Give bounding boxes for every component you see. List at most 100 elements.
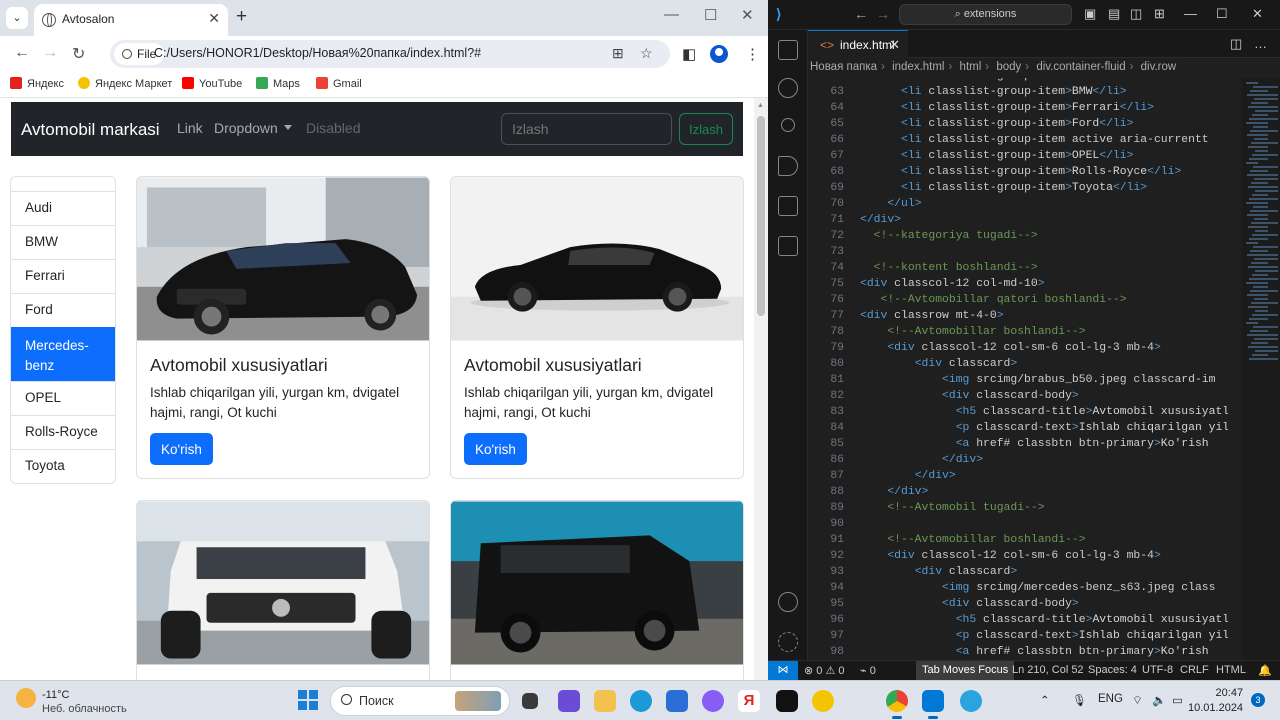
nav-dropdown[interactable]: Dropdown [214,120,292,136]
end-of-line[interactable]: CRLF [1180,664,1209,676]
tiktok-icon[interactable] [776,690,798,712]
category-toyota[interactable]: Toyota [11,449,115,483]
editor-tab-index-html[interactable]: <> index.html ✕ [808,30,908,58]
bookmark-star-icon[interactable]: ☆ [640,45,653,62]
bookmark-yandex[interactable]: Яндекс [10,77,64,90]
edge-icon[interactable] [630,690,652,712]
breadcrumb-item[interactable]: div.row [1141,61,1177,73]
close-tab-icon[interactable]: ✕ [889,37,900,53]
forward-icon[interactable]: → [876,6,890,22]
toggle-sidebar-icon[interactable]: ▣ [1084,6,1096,22]
tab-search-chevron-icon[interactable]: ⌄ [6,7,28,29]
category-audi[interactable]: Audi [11,191,115,225]
breadcrumb-item[interactable]: div.container-fluid [1036,61,1125,73]
command-center-search[interactable]: ⌕ extensions [899,4,1072,25]
back-icon[interactable]: ← [854,6,868,22]
cursor-position[interactable]: Ln 210, Col 52 [1012,664,1084,676]
address-bar[interactable]: File C:/Users/HONOR1/Desktop/Новая%20пап… [110,40,670,68]
indentation[interactable]: Spaces: 4 [1088,664,1137,676]
minimize-icon[interactable]: — [1184,6,1197,21]
notification-badge[interactable]: 3 [1251,693,1265,707]
breadcrumb-item[interactable]: Новая папка [810,61,877,73]
minimize-icon[interactable]: — [664,6,679,23]
ports-indicator[interactable]: ⌁ 0 [860,664,876,677]
language-mode[interactable]: HTML [1216,664,1246,676]
translate-icon[interactable]: ⊞ [612,45,624,62]
yandex-market-icon[interactable] [812,690,834,712]
site-search-input[interactable] [501,113,672,145]
yandex-browser-icon[interactable]: Я [738,690,760,712]
category-ford[interactable]: Ford [11,293,115,327]
input-language[interactable]: ENG [1098,693,1123,705]
back-icon[interactable]: ← [14,44,30,62]
encoding[interactable]: UTF-8 [1142,664,1173,676]
clock[interactable]: 20:47 10.01.2024 [1188,686,1243,716]
maximize-icon[interactable]: ☐ [704,6,717,24]
category-ferrari[interactable]: Ferrari [11,259,115,293]
source-control-icon[interactable] [781,118,795,132]
telegram-icon[interactable] [960,690,982,712]
start-button-icon[interactable] [298,690,318,710]
split-editor-icon[interactable]: ◫ [1230,36,1242,52]
customize-layout-icon[interactable]: ⊞ [1154,6,1165,22]
volume-icon[interactable]: 🔈 [1152,693,1166,707]
category-opel[interactable]: OPEL [11,381,115,415]
settings-gear-icon[interactable] [778,632,798,652]
minimap[interactable] [1242,78,1280,660]
microphone-icon[interactable]: 🎙 [1072,693,1087,707]
store-icon[interactable] [666,690,688,712]
navbar-brand[interactable]: Avtomobil markasi [21,120,160,140]
bookmark-maps[interactable]: Maps [256,77,300,90]
notifications-bell-icon[interactable]: 🔔 [1258,664,1272,677]
close-window-icon[interactable]: ✕ [1252,6,1263,22]
view-button[interactable]: Ko'rish [150,433,213,465]
toggle-panel-icon[interactable]: ▤ [1108,6,1120,22]
teams-chat-icon[interactable] [558,690,580,712]
site-search-button[interactable]: Izlash [679,113,733,145]
forward-icon[interactable]: → [42,44,58,62]
problems-indicator[interactable]: ⊗ 0 ⚠ 0 [804,664,845,677]
toggle-secondary-sidebar-icon[interactable]: ◫ [1130,6,1142,22]
page-scrollbar[interactable]: ▲ [754,98,768,680]
scroll-up-icon[interactable]: ▲ [757,102,764,109]
remote-indicator-icon[interactable]: ⋈ [768,661,798,680]
side-panel-icon[interactable]: ◧ [682,45,696,63]
nav-link[interactable]: Link [177,120,203,136]
bookmark-gmail[interactable]: Gmail [316,77,362,90]
breadcrumb-item[interactable]: html [960,61,982,73]
profile-avatar[interactable] [710,45,728,63]
maximize-icon[interactable]: ☐ [1216,6,1228,22]
close-tab-icon[interactable]: ✕ [208,10,220,27]
show-hidden-icons[interactable]: ⌃ [1040,693,1050,707]
url-text[interactable]: C:/Users/HONOR1/Desktop/Новая%20папка/in… [154,46,481,60]
reload-icon[interactable]: ↻ [72,44,85,64]
menu-kebab-icon[interactable]: ⋮ [745,45,760,63]
category-bmw[interactable]: BMW [11,225,115,259]
accounts-icon[interactable] [778,592,798,612]
task-view-icon[interactable] [522,693,538,709]
new-tab-icon[interactable]: + [236,6,247,28]
tab-moves-focus[interactable]: Tab Moves Focus [916,661,1015,680]
run-debug-icon[interactable] [778,156,798,176]
code-view[interactable]: 62 <li classlist-group-item>Audi</li>63 … [808,78,1228,660]
file-explorer-icon[interactable] [594,690,616,712]
browser-tab[interactable]: Avtosalon ✕ [34,4,228,36]
chrome-icon[interactable] [886,690,908,719]
scroll-thumb[interactable] [757,116,765,316]
category-rolls-royce[interactable]: Rolls-Royce [11,415,115,449]
wifi-icon[interactable]: ⌔ [1132,693,1143,708]
alice-icon[interactable] [702,690,724,712]
battery-icon[interactable]: ▭ [1172,693,1183,707]
more-actions-icon[interactable]: … [1254,36,1267,51]
vscode-icon[interactable] [922,690,944,719]
category-mercedes-benz[interactable]: Mercedes-benz [11,327,115,381]
explorer-icon[interactable] [778,40,798,60]
breadcrumb-item[interactable]: body [996,61,1021,73]
search-icon[interactable] [778,78,798,98]
remote-explorer-icon[interactable] [778,236,798,256]
breadcrumb-item[interactable]: index.html [892,61,944,73]
close-window-icon[interactable]: ✕ [741,6,754,24]
taskbar-search[interactable]: Поиск [330,686,510,716]
view-button[interactable]: Ko'rish [464,433,527,465]
extensions-icon[interactable] [778,196,798,216]
